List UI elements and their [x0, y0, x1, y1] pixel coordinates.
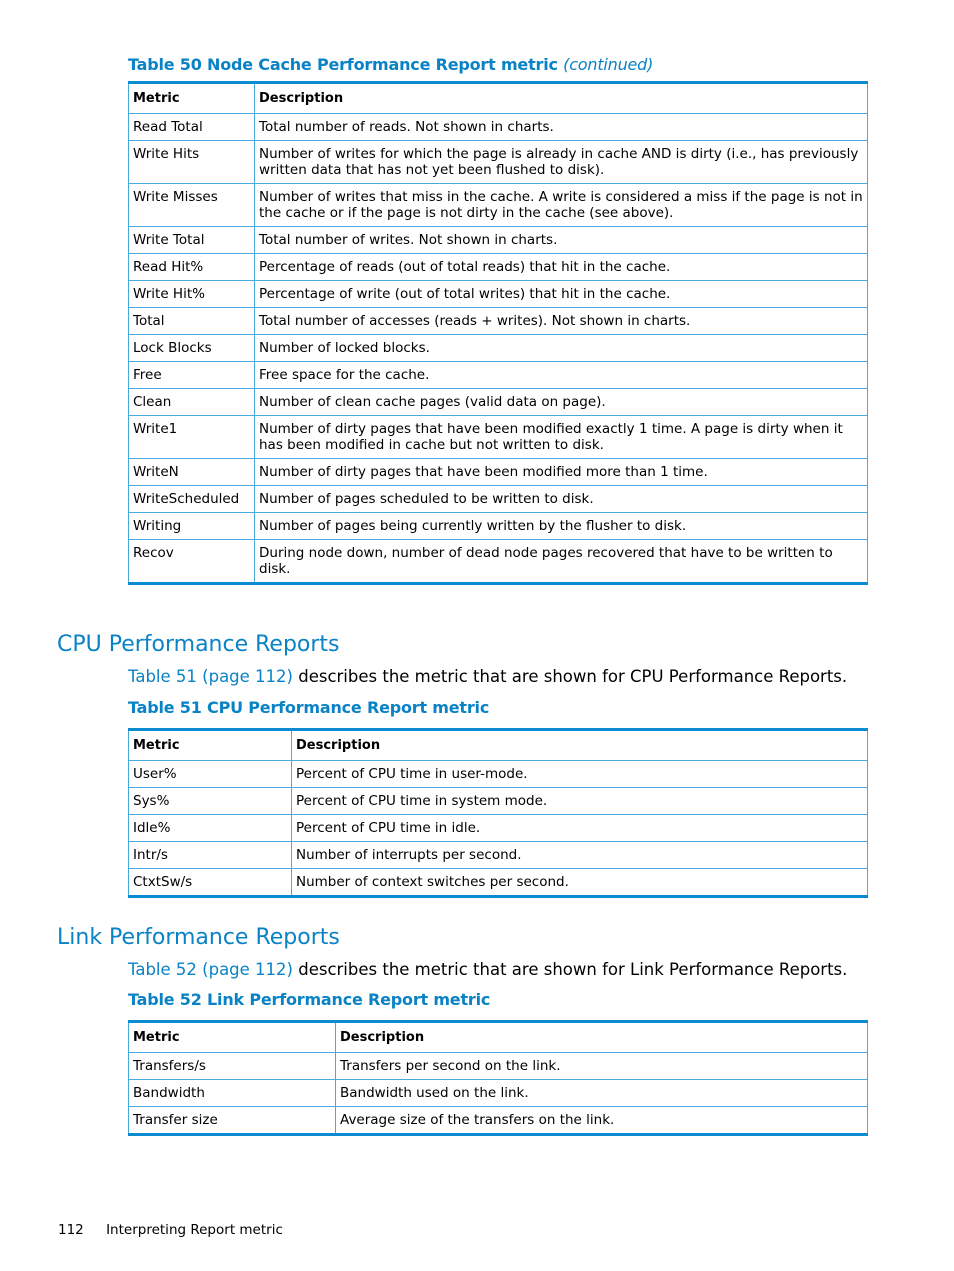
- description-cell: Number of writes for which the page is a…: [254, 140, 868, 184]
- description-cell: Total number of accesses (reads + writes…: [254, 307, 868, 335]
- table-52: Metric Description Transfers/s Transfers …: [128, 1020, 868, 1136]
- table-row: Write Hit% Percentage of write (out of to…: [128, 280, 868, 308]
- table-row: Recov During node down, number of dead no…: [128, 539, 868, 584]
- table-row: Write Total Total number of writes. Not s…: [128, 226, 868, 254]
- table-50-caption: Table 50 Node Cache Performance Report m…: [128, 55, 653, 74]
- table-row: Sys% Percent of CPU time in system mode.: [128, 787, 868, 815]
- intro-text: describes the metric that are shown for …: [292, 960, 848, 979]
- table-row: CtxtSw/s Number of context switches per s…: [128, 868, 868, 897]
- description-cell: Number of clean cache pages (valid data …: [254, 388, 868, 416]
- metric-cell: Write Misses: [128, 183, 255, 227]
- table-50: Metric Description Read Total Total numbe…: [128, 81, 868, 585]
- description-cell: Total number of reads. Not shown in char…: [254, 113, 868, 141]
- description-cell: Number of context switches per second.: [291, 868, 868, 897]
- footer-section-title: Interpreting Report metric: [106, 1222, 283, 1238]
- description-cell: Number of writes that miss in the cache.…: [254, 183, 868, 227]
- header-metric: Metric: [128, 1021, 336, 1053]
- page-footer: 112 Interpreting Report metric: [58, 1222, 283, 1238]
- description-cell: Transfers per second on the link.: [335, 1052, 868, 1080]
- table-51-link[interactable]: Table 51 (page 112): [128, 667, 293, 686]
- description-cell: Percent of CPU time in user-mode.: [291, 760, 868, 788]
- metric-cell: Bandwidth: [128, 1079, 336, 1107]
- description-cell: Free space for the cache.: [254, 361, 868, 389]
- table-row: Write1 Number of dirty pages that have be…: [128, 415, 868, 459]
- continued-label: (continued): [563, 55, 654, 74]
- document-page: Table 50 Node Cache Performance Report m…: [0, 0, 954, 1271]
- table-row: Clean Number of clean cache pages (valid …: [128, 388, 868, 416]
- table-row: Total Total number of accesses (reads + w…: [128, 307, 868, 335]
- link-intro: Table 52 (page 112) describes the metric…: [128, 960, 847, 979]
- metric-cell: Read Total: [128, 113, 255, 141]
- table-row: User% Percent of CPU time in user-mode.: [128, 760, 868, 788]
- description-cell: Percentage of reads (out of total reads)…: [254, 253, 868, 281]
- metric-cell: Recov: [128, 539, 255, 584]
- table-row: Transfer size Average size of the transfe…: [128, 1106, 868, 1135]
- description-cell: Percent of CPU time in system mode.: [291, 787, 868, 815]
- table-51-caption: Table 51 CPU Performance Report metric: [128, 698, 490, 717]
- metric-cell: WriteScheduled: [128, 485, 255, 513]
- cpu-section-heading: CPU Performance Reports: [57, 632, 340, 657]
- metric-cell: Intr/s: [128, 841, 292, 869]
- table-row: Idle% Percent of CPU time in idle.: [128, 814, 868, 842]
- metric-cell: Lock Blocks: [128, 334, 255, 362]
- description-cell: Number of locked blocks.: [254, 334, 868, 362]
- table-52-link[interactable]: Table 52 (page 112): [128, 960, 293, 979]
- metric-cell: Free: [128, 361, 255, 389]
- header-metric: Metric: [128, 82, 255, 114]
- table-row: Read Total Total number of reads. Not sho…: [128, 113, 868, 141]
- table-51: Metric Description User% Percent of CPU t…: [128, 728, 868, 898]
- metric-cell: Clean: [128, 388, 255, 416]
- metric-cell: User%: [128, 760, 292, 788]
- table-row: Write Misses Number of writes that miss i…: [128, 183, 868, 227]
- header-description: Description: [291, 729, 868, 761]
- metric-cell: Write1: [128, 415, 255, 459]
- metric-cell: Write Hit%: [128, 280, 255, 308]
- description-cell: Number of interrupts per second.: [291, 841, 868, 869]
- description-cell: Number of dirty pages that have been mod…: [254, 458, 868, 486]
- metric-cell: Write Total: [128, 226, 255, 254]
- page-number: 112: [58, 1222, 84, 1238]
- table-row: Transfers/s Transfers per second on the l…: [128, 1052, 868, 1080]
- description-cell: Number of pages being currently written …: [254, 512, 868, 540]
- metric-cell: Total: [128, 307, 255, 335]
- table-row: Writing Number of pages being currently w…: [128, 512, 868, 540]
- caption-text: Table 50 Node Cache Performance Report m…: [128, 55, 558, 74]
- cpu-intro: Table 51 (page 112) describes the metric…: [128, 667, 847, 686]
- description-cell: Percentage of write (out of total writes…: [254, 280, 868, 308]
- intro-text: describes the metric that are shown for …: [292, 667, 848, 686]
- table-row: Bandwidth Bandwidth used on the link.: [128, 1079, 868, 1107]
- table-row: Intr/s Number of interrupts per second.: [128, 841, 868, 869]
- metric-cell: Write Hits: [128, 140, 255, 184]
- header-description: Description: [335, 1021, 868, 1053]
- table-row: WriteN Number of dirty pages that have be…: [128, 458, 868, 486]
- table-row: WriteScheduled Number of pages scheduled …: [128, 485, 868, 513]
- description-cell: Total number of writes. Not shown in cha…: [254, 226, 868, 254]
- description-cell: During node down, number of dead node pa…: [254, 539, 868, 584]
- metric-cell: Sys%: [128, 787, 292, 815]
- metric-cell: Writing: [128, 512, 255, 540]
- table-row: Lock Blocks Number of locked blocks.: [128, 334, 868, 362]
- metric-cell: WriteN: [128, 458, 255, 486]
- description-cell: Number of dirty pages that have been mod…: [254, 415, 868, 459]
- table-row: Free Free space for the cache.: [128, 361, 868, 389]
- metric-cell: CtxtSw/s: [128, 868, 292, 897]
- description-cell: Average size of the transfers on the lin…: [335, 1106, 868, 1135]
- link-section-heading: Link Performance Reports: [57, 925, 340, 950]
- header-metric: Metric: [128, 729, 292, 761]
- description-cell: Number of pages scheduled to be written …: [254, 485, 868, 513]
- metric-cell: Transfer size: [128, 1106, 336, 1135]
- table-52-caption: Table 52 Link Performance Report metric: [128, 990, 491, 1009]
- description-cell: Percent of CPU time in idle.: [291, 814, 868, 842]
- description-cell: Bandwidth used on the link.: [335, 1079, 868, 1107]
- table-row: Write Hits Number of writes for which the…: [128, 140, 868, 184]
- metric-cell: Idle%: [128, 814, 292, 842]
- metric-cell: Read Hit%: [128, 253, 255, 281]
- metric-cell: Transfers/s: [128, 1052, 336, 1080]
- header-description: Description: [254, 82, 868, 114]
- table-row: Read Hit% Percentage of reads (out of tot…: [128, 253, 868, 281]
